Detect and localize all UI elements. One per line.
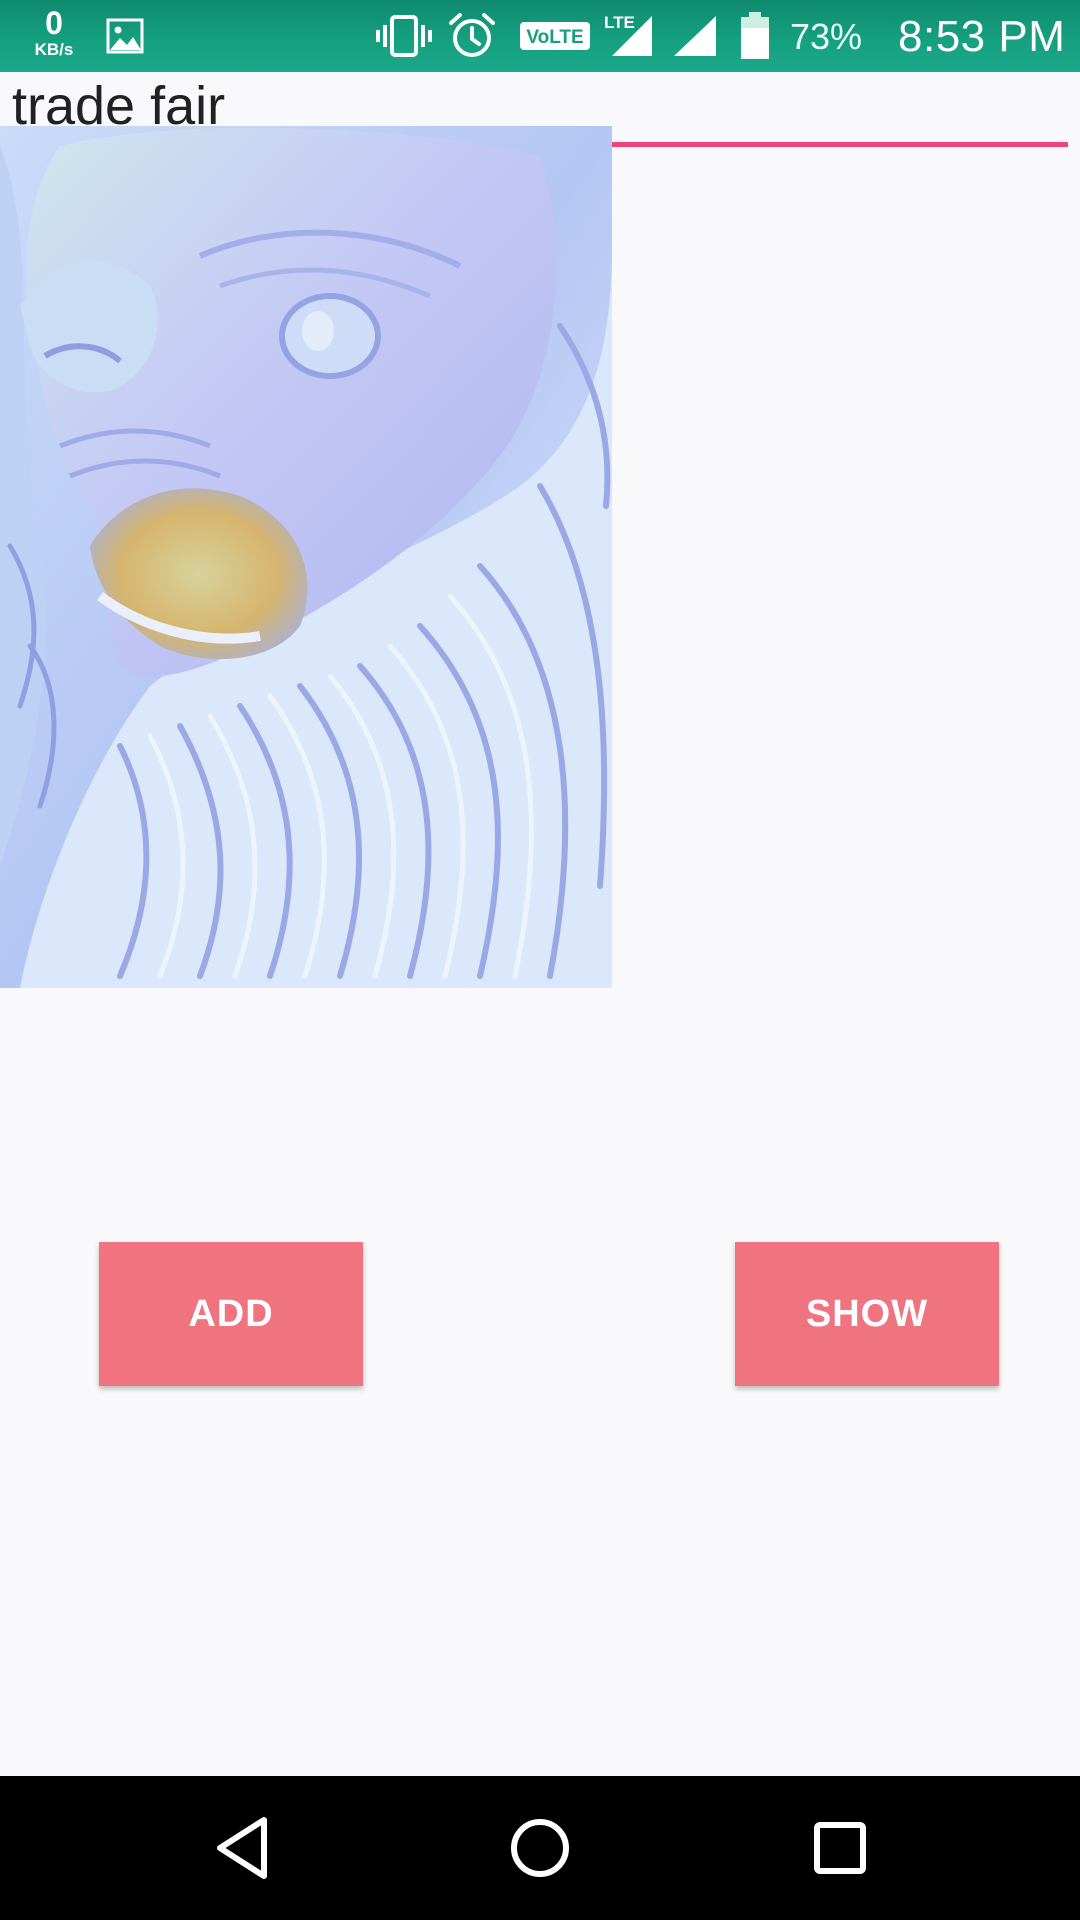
battery-percent: 73% — [790, 16, 863, 57]
volte-icon: VoLTE — [520, 22, 590, 55]
lte-signal-icon: LTE — [604, 12, 654, 63]
network-speed-unit: KB/s — [34, 40, 74, 59]
app-screen: 0 KB/s VoLTE LTE 73% 8:53 PM trade fair … — [0, 0, 1080, 1920]
status-bar: 0 KB/s VoLTE LTE 73% 8:53 PM — [0, 0, 1080, 72]
network-speed-value: 0 — [45, 5, 63, 41]
navigation-bar — [0, 1776, 1080, 1920]
network-speed: 0 KB/s — [26, 7, 82, 58]
input-underline — [612, 142, 1068, 147]
back-icon[interactable] — [200, 1806, 284, 1890]
lion-statue-photo — [0, 126, 612, 988]
signal-icon — [672, 14, 718, 63]
gallery-notification-icon — [106, 18, 144, 59]
show-button[interactable]: SHOW — [735, 1242, 999, 1386]
alarm-icon — [448, 12, 496, 65]
recents-icon[interactable] — [798, 1806, 882, 1890]
clock-time: 8:53 PM — [898, 12, 1066, 61]
home-icon[interactable] — [498, 1806, 582, 1890]
vibrate-icon — [376, 14, 432, 63]
add-button[interactable]: ADD — [99, 1242, 363, 1386]
lte-label: LTE — [604, 13, 635, 32]
battery-icon — [740, 12, 770, 65]
volte-label: VoLTE — [526, 27, 583, 48]
